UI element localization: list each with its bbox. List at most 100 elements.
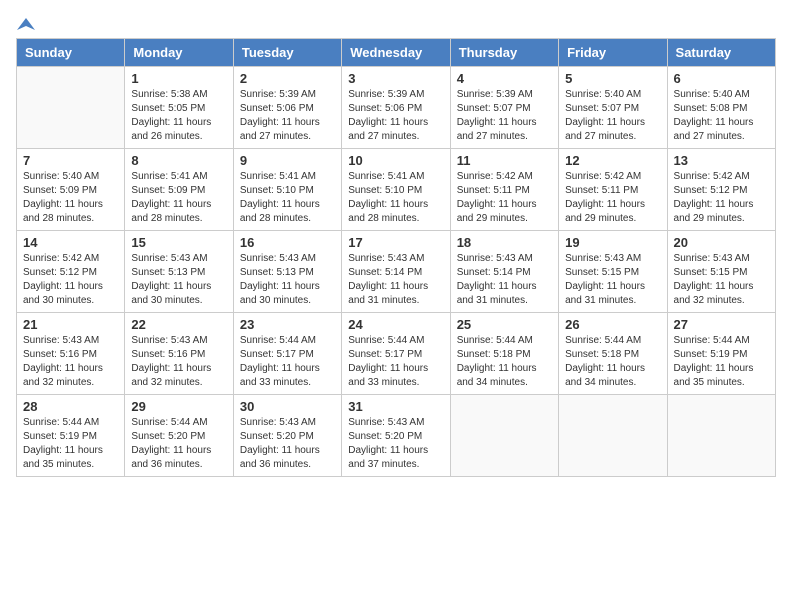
day-number: 1 [131, 71, 226, 86]
calendar-cell: 28 Sunrise: 5:44 AM Sunset: 5:19 PM Dayli… [17, 395, 125, 477]
calendar-week-row: 14 Sunrise: 5:42 AM Sunset: 5:12 PM Dayli… [17, 231, 776, 313]
day-number: 17 [348, 235, 443, 250]
calendar-cell: 15 Sunrise: 5:43 AM Sunset: 5:13 PM Dayli… [125, 231, 233, 313]
day-info: Sunrise: 5:44 AM Sunset: 5:20 PM Dayligh… [131, 416, 226, 472]
calendar-cell: 2 Sunrise: 5:39 AM Sunset: 5:06 PM Daylig… [233, 67, 341, 149]
calendar-cell [450, 395, 558, 477]
day-number: 18 [457, 235, 552, 250]
day-info: Sunrise: 5:43 AM Sunset: 5:16 PM Dayligh… [23, 334, 118, 390]
day-of-week-header: Monday [125, 39, 233, 67]
calendar-cell: 22 Sunrise: 5:43 AM Sunset: 5:16 PM Dayli… [125, 313, 233, 395]
day-number: 19 [565, 235, 660, 250]
day-number: 28 [23, 399, 118, 414]
day-number: 5 [565, 71, 660, 86]
day-of-week-header: Friday [559, 39, 667, 67]
day-number: 12 [565, 153, 660, 168]
calendar-week-row: 28 Sunrise: 5:44 AM Sunset: 5:19 PM Dayli… [17, 395, 776, 477]
day-of-week-header: Wednesday [342, 39, 450, 67]
day-info: Sunrise: 5:38 AM Sunset: 5:05 PM Dayligh… [131, 88, 226, 144]
calendar-cell: 12 Sunrise: 5:42 AM Sunset: 5:11 PM Dayli… [559, 149, 667, 231]
calendar-cell [17, 67, 125, 149]
calendar-cell [667, 395, 775, 477]
day-number: 30 [240, 399, 335, 414]
day-number: 9 [240, 153, 335, 168]
day-info: Sunrise: 5:39 AM Sunset: 5:07 PM Dayligh… [457, 88, 552, 144]
calendar-cell: 21 Sunrise: 5:43 AM Sunset: 5:16 PM Dayli… [17, 313, 125, 395]
calendar-cell: 17Sunrise: 5:43 AM Sunset: 5:14 PM Dayli… [342, 231, 450, 313]
day-info: Sunrise: 5:42 AM Sunset: 5:12 PM Dayligh… [23, 252, 118, 308]
day-info: Sunrise: 5:40 AM Sunset: 5:07 PM Dayligh… [565, 88, 660, 144]
day-info: Sunrise: 5:43 AM Sunset: 5:13 PM Dayligh… [240, 252, 335, 308]
day-info: Sunrise: 5:43 AM Sunset: 5:15 PM Dayligh… [674, 252, 769, 308]
day-number: 24 [348, 317, 443, 332]
calendar-cell: 6 Sunrise: 5:40 AM Sunset: 5:08 PM Daylig… [667, 67, 775, 149]
calendar-cell: 9 Sunrise: 5:41 AM Sunset: 5:10 PM Daylig… [233, 149, 341, 231]
calendar-cell: 25 Sunrise: 5:44 AM Sunset: 5:18 PM Dayli… [450, 313, 558, 395]
calendar-cell: 14 Sunrise: 5:42 AM Sunset: 5:12 PM Dayli… [17, 231, 125, 313]
day-number: 7 [23, 153, 118, 168]
day-info: Sunrise: 5:42 AM Sunset: 5:12 PM Dayligh… [674, 170, 769, 226]
day-number: 4 [457, 71, 552, 86]
day-of-week-header: Thursday [450, 39, 558, 67]
calendar-week-row: 1 Sunrise: 5:38 AM Sunset: 5:05 PM Daylig… [17, 67, 776, 149]
calendar-cell: 27Sunrise: 5:44 AM Sunset: 5:19 PM Dayli… [667, 313, 775, 395]
day-info: Sunrise: 5:44 AM Sunset: 5:17 PM Dayligh… [348, 334, 443, 390]
calendar-cell: 18 Sunrise: 5:43 AM Sunset: 5:14 PM Dayli… [450, 231, 558, 313]
day-number: 29 [131, 399, 226, 414]
day-info: Sunrise: 5:41 AM Sunset: 5:09 PM Dayligh… [131, 170, 226, 226]
calendar-cell: 30Sunrise: 5:43 AM Sunset: 5:20 PM Dayli… [233, 395, 341, 477]
calendar-week-row: 21 Sunrise: 5:43 AM Sunset: 5:16 PM Dayli… [17, 313, 776, 395]
day-info: Sunrise: 5:44 AM Sunset: 5:17 PM Dayligh… [240, 334, 335, 390]
day-info: Sunrise: 5:43 AM Sunset: 5:13 PM Dayligh… [131, 252, 226, 308]
day-info: Sunrise: 5:39 AM Sunset: 5:06 PM Dayligh… [240, 88, 335, 144]
day-of-week-header: Sunday [17, 39, 125, 67]
calendar-cell: 23Sunrise: 5:44 AM Sunset: 5:17 PM Dayli… [233, 313, 341, 395]
day-number: 20 [674, 235, 769, 250]
day-info: Sunrise: 5:39 AM Sunset: 5:06 PM Dayligh… [348, 88, 443, 144]
calendar-cell [559, 395, 667, 477]
day-info: Sunrise: 5:44 AM Sunset: 5:18 PM Dayligh… [565, 334, 660, 390]
calendar-cell: 10Sunrise: 5:41 AM Sunset: 5:10 PM Dayli… [342, 149, 450, 231]
day-of-week-header: Tuesday [233, 39, 341, 67]
day-info: Sunrise: 5:43 AM Sunset: 5:20 PM Dayligh… [348, 416, 443, 472]
day-info: Sunrise: 5:42 AM Sunset: 5:11 PM Dayligh… [565, 170, 660, 226]
calendar-cell: 1 Sunrise: 5:38 AM Sunset: 5:05 PM Daylig… [125, 67, 233, 149]
calendar-cell: 8 Sunrise: 5:41 AM Sunset: 5:09 PM Daylig… [125, 149, 233, 231]
day-number: 15 [131, 235, 226, 250]
day-info: Sunrise: 5:43 AM Sunset: 5:14 PM Dayligh… [457, 252, 552, 308]
day-number: 6 [674, 71, 769, 86]
calendar-cell: 13Sunrise: 5:42 AM Sunset: 5:12 PM Dayli… [667, 149, 775, 231]
calendar-cell: 31 Sunrise: 5:43 AM Sunset: 5:20 PM Dayli… [342, 395, 450, 477]
day-number: 22 [131, 317, 226, 332]
day-info: Sunrise: 5:44 AM Sunset: 5:18 PM Dayligh… [457, 334, 552, 390]
calendar-cell: 20 Sunrise: 5:43 AM Sunset: 5:15 PM Dayli… [667, 231, 775, 313]
day-info: Sunrise: 5:42 AM Sunset: 5:11 PM Dayligh… [457, 170, 552, 226]
logo-bird-icon [17, 16, 35, 34]
day-number: 14 [23, 235, 118, 250]
day-info: Sunrise: 5:43 AM Sunset: 5:16 PM Dayligh… [131, 334, 226, 390]
day-info: Sunrise: 5:43 AM Sunset: 5:15 PM Dayligh… [565, 252, 660, 308]
day-number: 3 [348, 71, 443, 86]
day-number: 16 [240, 235, 335, 250]
day-number: 31 [348, 399, 443, 414]
calendar-table: SundayMondayTuesdayWednesdayThursdayFrid… [16, 38, 776, 477]
calendar-cell: 4 Sunrise: 5:39 AM Sunset: 5:07 PM Daylig… [450, 67, 558, 149]
page-header [16, 16, 776, 30]
day-info: Sunrise: 5:40 AM Sunset: 5:08 PM Dayligh… [674, 88, 769, 144]
day-info: Sunrise: 5:41 AM Sunset: 5:10 PM Dayligh… [240, 170, 335, 226]
calendar-cell: 5 Sunrise: 5:40 AM Sunset: 5:07 PM Daylig… [559, 67, 667, 149]
day-number: 8 [131, 153, 226, 168]
day-number: 21 [23, 317, 118, 332]
calendar-cell: 26Sunrise: 5:44 AM Sunset: 5:18 PM Dayli… [559, 313, 667, 395]
day-info: Sunrise: 5:41 AM Sunset: 5:10 PM Dayligh… [348, 170, 443, 226]
calendar-cell: 16 Sunrise: 5:43 AM Sunset: 5:13 PM Dayli… [233, 231, 341, 313]
day-number: 11 [457, 153, 552, 168]
day-number: 2 [240, 71, 335, 86]
logo [16, 16, 36, 30]
calendar-cell: 19 Sunrise: 5:43 AM Sunset: 5:15 PM Dayli… [559, 231, 667, 313]
calendar-cell: 11 Sunrise: 5:42 AM Sunset: 5:11 PM Dayli… [450, 149, 558, 231]
calendar-cell: 7Sunrise: 5:40 AM Sunset: 5:09 PM Daylig… [17, 149, 125, 231]
day-info: Sunrise: 5:44 AM Sunset: 5:19 PM Dayligh… [23, 416, 118, 472]
day-number: 25 [457, 317, 552, 332]
calendar-cell: 3 Sunrise: 5:39 AM Sunset: 5:06 PM Daylig… [342, 67, 450, 149]
